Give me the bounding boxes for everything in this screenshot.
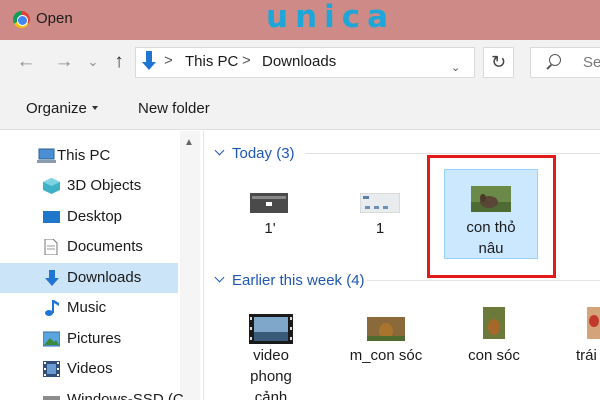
group-divider: [305, 153, 600, 154]
sidebar-item-videos[interactable]: Videos: [0, 354, 178, 384]
sidebar-item-label: Videos: [67, 360, 113, 377]
computer-icon: [37, 148, 56, 163]
sidebar-item-label: Downloads: [67, 269, 142, 286]
navigation-pane: ▲ This PC 3D Objects Desktop Documents D…: [0, 131, 204, 400]
back-arrow-icon[interactable]: ←: [14, 49, 38, 75]
photo-thumbnail: [587, 307, 600, 339]
group-header-today[interactable]: Today (3): [214, 145, 295, 162]
file-name-line1: video: [253, 347, 289, 364]
file-item[interactable]: 1: [345, 177, 415, 247]
search-placeholder: Sea: [583, 54, 600, 71]
sidebar-item-windows-ssd[interactable]: Windows-SSD (C: [0, 385, 184, 400]
file-list: Today (3) 1' 1 con thỏ nâu Earlier this …: [205, 131, 600, 400]
file-name: con sóc: [468, 347, 520, 364]
annotation-highlight: [427, 155, 556, 278]
sidebar-item-label: This PC: [57, 147, 111, 164]
drive-icon: [43, 396, 60, 400]
squirrel-photo-thumbnail: [483, 307, 505, 339]
sidebar-item-label: Pictures: [67, 330, 122, 347]
file-name: 1: [375, 220, 385, 237]
sidebar-item-music[interactable]: Music: [0, 293, 178, 323]
sidebar-item-this-pc[interactable]: This PC: [0, 141, 178, 171]
breadcrumb-separator: >: [164, 52, 173, 69]
chevron-down-icon[interactable]: ⌄: [451, 61, 460, 74]
file-name: 1': [264, 220, 276, 237]
download-folder-icon: [142, 51, 156, 73]
film-icon: [43, 361, 60, 377]
sidebar-item-label: Desktop: [67, 208, 123, 225]
chrome-icon: [13, 11, 30, 28]
file-name: trái: [576, 347, 597, 364]
window-title: Open: [36, 10, 73, 27]
group-label: Today (3): [232, 145, 295, 162]
file-name-line2: phong: [250, 368, 292, 385]
document-icon: [44, 239, 58, 255]
image-thumbnail-icon: [250, 193, 288, 213]
sidebar-scrollbar[interactable]: ▲: [180, 131, 200, 400]
image-thumbnail-icon: [360, 193, 400, 213]
sidebar-item-documents[interactable]: Documents: [0, 232, 178, 262]
group-header-earlier-this-week[interactable]: Earlier this week (4): [214, 272, 365, 289]
file-item[interactable]: video phong cảnh: [235, 313, 307, 400]
organize-label: Organize: [26, 100, 87, 117]
file-item[interactable]: con sóc: [459, 307, 529, 373]
new-folder-button[interactable]: New folder: [138, 100, 210, 117]
picture-icon: [43, 331, 60, 347]
caret-down-icon: [91, 106, 98, 110]
chevron-down-icon: [214, 145, 225, 156]
chevron-down-icon: [214, 272, 225, 283]
refresh-icon[interactable]: ↻: [483, 47, 514, 78]
sidebar-item-label: Music: [67, 299, 107, 316]
file-item[interactable]: m_con sóc: [341, 313, 431, 373]
forward-arrow-icon[interactable]: →: [52, 49, 76, 75]
recent-locations-icon[interactable]: ⌄: [86, 49, 100, 75]
up-arrow-icon[interactable]: ↑: [107, 49, 131, 75]
search-icon: [549, 54, 561, 66]
video-thumbnail-icon: [249, 314, 293, 344]
squirrel-photo-thumbnail: [367, 317, 405, 341]
command-bar: Organize New folder: [0, 85, 600, 130]
address-bar[interactable]: > This PC > Downloads ⌄: [135, 47, 475, 78]
group-divider: [367, 280, 600, 281]
sidebar-item-label: Windows-SSD (C: [67, 391, 184, 400]
title-bar: Open unica: [0, 0, 600, 40]
brand-logo: unica: [266, 0, 396, 35]
desktop-icon: [43, 211, 60, 223]
address-row: ← → ⌄ ↑ > This PC > Downloads ⌄ ↻ Sea: [0, 40, 600, 85]
cube-icon: [43, 178, 60, 194]
file-item[interactable]: trái: [570, 307, 600, 373]
sidebar-item-label: 3D Objects: [67, 177, 142, 194]
breadcrumb-separator: >: [242, 52, 251, 69]
file-name: m_con sóc: [349, 347, 423, 364]
file-name-line3: cảnh: [254, 389, 288, 400]
sidebar-item-desktop[interactable]: Desktop: [0, 202, 178, 232]
breadcrumb-this-pc[interactable]: This PC: [185, 53, 238, 70]
group-label: Earlier this week (4): [232, 272, 365, 289]
download-icon: [45, 270, 59, 286]
organize-button[interactable]: Organize: [26, 100, 98, 117]
sidebar-item-pictures[interactable]: Pictures: [0, 324, 178, 354]
music-note-icon: [45, 300, 59, 316]
sidebar-item-downloads[interactable]: Downloads: [0, 263, 178, 293]
search-input[interactable]: Sea: [530, 47, 600, 78]
sidebar-item-label: Documents: [67, 238, 143, 255]
sidebar-item-3d-objects[interactable]: 3D Objects: [0, 171, 178, 201]
breadcrumb-downloads[interactable]: Downloads: [262, 53, 336, 70]
scroll-up-icon[interactable]: ▲: [184, 137, 194, 148]
file-item[interactable]: 1': [235, 177, 305, 247]
